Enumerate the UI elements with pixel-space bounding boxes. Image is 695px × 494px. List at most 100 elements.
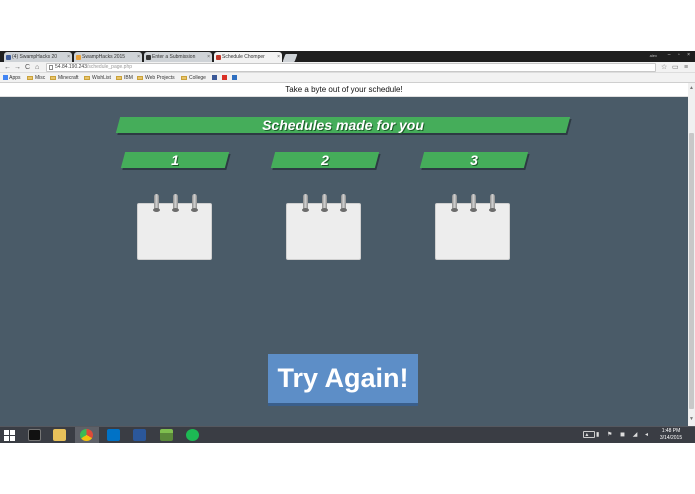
bookmark-label: Misc: [35, 75, 46, 81]
address-bar[interactable]: 54.84.190.243/schedule_page.php: [46, 63, 656, 72]
minecraft-icon: [160, 429, 173, 441]
link-icon: [232, 75, 237, 81]
tab-label: Schedule Chomper: [222, 54, 265, 60]
schedule-1-number: 1: [171, 152, 179, 168]
tab-close-icon[interactable]: ×: [67, 52, 70, 62]
taskbar-chrome[interactable]: [75, 427, 99, 443]
schedule-3-calendar-icon[interactable]: [435, 194, 510, 260]
taskbar-clock[interactable]: 1:48 PM 3/14/2015: [653, 428, 689, 442]
tab-close-icon[interactable]: ×: [137, 52, 140, 62]
chrome-icon: [80, 429, 93, 441]
bookmark-misc[interactable]: Misc: [27, 74, 45, 82]
page-icon: [49, 65, 53, 70]
bookmarks-bar: Apps Misc Minecraft WishList IBM Web Pro…: [0, 73, 695, 83]
schedule-2-number: 2: [321, 152, 329, 168]
calendar-ring: [340, 194, 347, 212]
bookmark-star-icon[interactable]: ☆: [661, 63, 667, 72]
tab-label: (4) SwampHacks 20: [12, 54, 58, 60]
facebook-icon: [212, 75, 217, 81]
url-path: /schedule_page.php: [86, 64, 133, 70]
menu-icon[interactable]: ≡: [684, 63, 688, 72]
calendar-ring: [321, 194, 328, 212]
schedule-3-number: 3: [470, 152, 478, 168]
schedule-2-calendar-icon[interactable]: [286, 194, 361, 260]
bookmark-apps[interactable]: Apps: [3, 74, 21, 82]
profile-name[interactable]: alex: [650, 53, 657, 58]
tab-enter-submission[interactable]: Enter a Submission ×: [144, 52, 212, 62]
home-icon[interactable]: ⌂: [35, 63, 39, 72]
bookmark-facebook[interactable]: [212, 74, 217, 82]
calendar-ring: [172, 194, 179, 212]
bookmark-college[interactable]: College: [181, 74, 206, 82]
taskbar-file-explorer[interactable]: [48, 427, 72, 443]
calendar-ring: [302, 194, 309, 212]
page-scrollbar[interactable]: ▲ ▼: [688, 83, 695, 426]
calendar-ring: [191, 194, 198, 212]
bookmark-label: Minecraft: [58, 75, 79, 81]
schedule-1-calendar-icon[interactable]: [137, 194, 212, 260]
start-button[interactable]: [0, 427, 22, 443]
bookmark-gmail[interactable]: [222, 74, 227, 82]
folder-icon: [76, 55, 81, 60]
bookmark-wishlist[interactable]: WishList: [84, 74, 111, 82]
folder-icon: [84, 75, 90, 80]
bookmark-label: Apps: [9, 75, 21, 81]
cmd-icon: [28, 429, 41, 441]
tab-close-icon[interactable]: ×: [207, 52, 210, 62]
forward-icon[interactable]: →: [14, 63, 21, 72]
bookmark-bing[interactable]: [232, 74, 237, 82]
word-icon: [133, 429, 146, 441]
tab-close-icon[interactable]: ×: [277, 52, 280, 62]
spotify-icon: [186, 429, 199, 441]
folder-icon: [27, 75, 33, 80]
calendar-ring: [153, 194, 160, 212]
calendar-ring: [451, 194, 458, 212]
bookmark-minecraft[interactable]: Minecraft: [50, 74, 79, 82]
tab-swamphacks-facebook[interactable]: (4) SwampHacks 20 ×: [4, 52, 72, 62]
back-icon[interactable]: ←: [4, 63, 11, 72]
bookmark-web-projects[interactable]: Web Projects: [137, 74, 175, 82]
devpost-icon: [146, 55, 151, 60]
system-tray[interactable]: ▴ ▮ ⚑ ◼ ◢ ◂: [585, 431, 651, 438]
chomper-icon: [216, 55, 221, 60]
new-tab-button[interactable]: [282, 54, 298, 62]
calendar-ring: [489, 194, 496, 212]
tab-schedule-chomper[interactable]: Schedule Chomper ×: [214, 52, 282, 62]
tab-label: SwampHacks 2015: [82, 54, 126, 60]
taskbar-spotify[interactable]: [181, 427, 205, 443]
taskbar-minecraft[interactable]: [155, 427, 179, 443]
cast-icon[interactable]: ▭: [672, 63, 679, 72]
bookmark-label: IBM: [124, 75, 133, 81]
page-tagline: Take a byte out of your schedule!: [0, 83, 688, 97]
folder-icon: [137, 75, 143, 80]
gmail-icon: [222, 75, 227, 81]
try-again-button[interactable]: Try Again!: [268, 354, 418, 403]
windows-taskbar: ▴ ▮ ⚑ ◼ ◢ ◂ 1:48 PM 3/14/2015: [0, 426, 695, 443]
scroll-down-arrow-icon[interactable]: ▼: [689, 416, 694, 422]
taskbar-word[interactable]: [128, 427, 152, 443]
scrollbar-thumb[interactable]: [689, 133, 694, 409]
folder-icon: [50, 75, 56, 80]
taskbar-outlook[interactable]: [102, 427, 126, 443]
page-title: Schedules made for you: [262, 117, 424, 133]
bookmark-label: WishList: [92, 75, 111, 81]
bookmark-label: Web Projects: [145, 75, 175, 81]
screen: (4) SwampHacks 20 × SwampHacks 2015 × En…: [0, 0, 695, 494]
taskbar-cmd[interactable]: [23, 427, 47, 443]
reload-icon[interactable]: C: [25, 63, 30, 72]
facebook-icon: [6, 55, 11, 60]
browser-toolbar: ← → C ⌂ 54.84.190.243/schedule_page.php …: [0, 62, 695, 73]
tab-strip: (4) SwampHacks 20 × SwampHacks 2015 × En…: [0, 51, 695, 62]
windows-logo-icon: [4, 430, 16, 441]
window-controls[interactable]: – ▫ ×: [668, 52, 693, 58]
bookmark-ibm[interactable]: IBM: [116, 74, 133, 82]
scroll-up-arrow-icon[interactable]: ▲: [689, 85, 694, 91]
folder-icon: [116, 75, 122, 80]
folder-icon: [181, 75, 187, 80]
url-host: 54.84.190.243: [55, 64, 87, 70]
tab-label: Enter a Submission: [152, 54, 196, 60]
apps-icon: [3, 75, 8, 81]
tab-swamphacks[interactable]: SwampHacks 2015 ×: [74, 52, 142, 62]
outlook-icon: [107, 429, 120, 441]
clock-time: 1:48 PM: [661, 428, 681, 434]
